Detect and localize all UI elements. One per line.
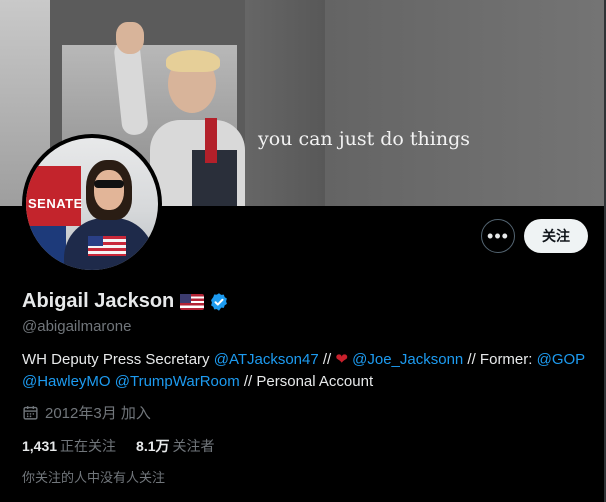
profile-bio: WH Deputy Press Secretary @ATJackson47 /… (22, 349, 592, 393)
avatar[interactable]: SENATE (22, 134, 162, 274)
more-options-button[interactable]: ••• (481, 219, 515, 253)
profile-name: Abigail Jackson (22, 290, 175, 312)
following-link[interactable]: 1,431 正在关注 (22, 436, 116, 456)
joined-text: 2012年3月 加入 (45, 405, 151, 422)
mention-link[interactable]: @TrumpWarRoom (115, 373, 240, 390)
calendar-icon (23, 406, 38, 420)
joined-date: 2012年3月 加入 (22, 402, 151, 423)
following-label: 正在关注 (60, 438, 117, 454)
bio-line-1: WH Deputy Press Secretary @ATJackson47 /… (22, 351, 586, 368)
profile-handle: @abigailmarone (22, 318, 132, 335)
avatar-sign-text: SENATE (28, 196, 83, 211)
following-count: 1,431 (22, 438, 58, 454)
bio-line-2: @HawleyMO @TrumpWarRoom // Personal Acco… (22, 373, 374, 390)
mutual-followers-note: 你关注的人中没有人关注 (22, 470, 166, 485)
us-flag-icon (180, 293, 205, 310)
more-icon: ••• (487, 225, 509, 246)
profile-page: you can just do things SENATE ••• 关注 Abi… (0, 0, 606, 502)
verified-badge-icon[interactable] (209, 292, 229, 312)
followers-link[interactable]: 8.1万 关注者 (136, 436, 214, 456)
followers-label: 关注者 (172, 438, 215, 454)
mention-link[interactable]: @HawleyMO (22, 373, 111, 390)
mention-link[interactable]: @GOP (537, 351, 586, 368)
mention-link[interactable]: @ATJackson47 (214, 351, 319, 368)
followers-count: 8.1万 (136, 438, 170, 454)
profile-name-row: Abigail Jackson (22, 290, 229, 313)
heart-icon: ❤ (335, 351, 348, 368)
banner-caption: you can just do things (258, 128, 470, 150)
follow-stats: 1,431 正在关注 8.1万 关注者 (22, 436, 235, 456)
follow-button[interactable]: 关注 (524, 219, 588, 253)
mention-link[interactable]: @Joe_Jacksonn (352, 351, 463, 368)
